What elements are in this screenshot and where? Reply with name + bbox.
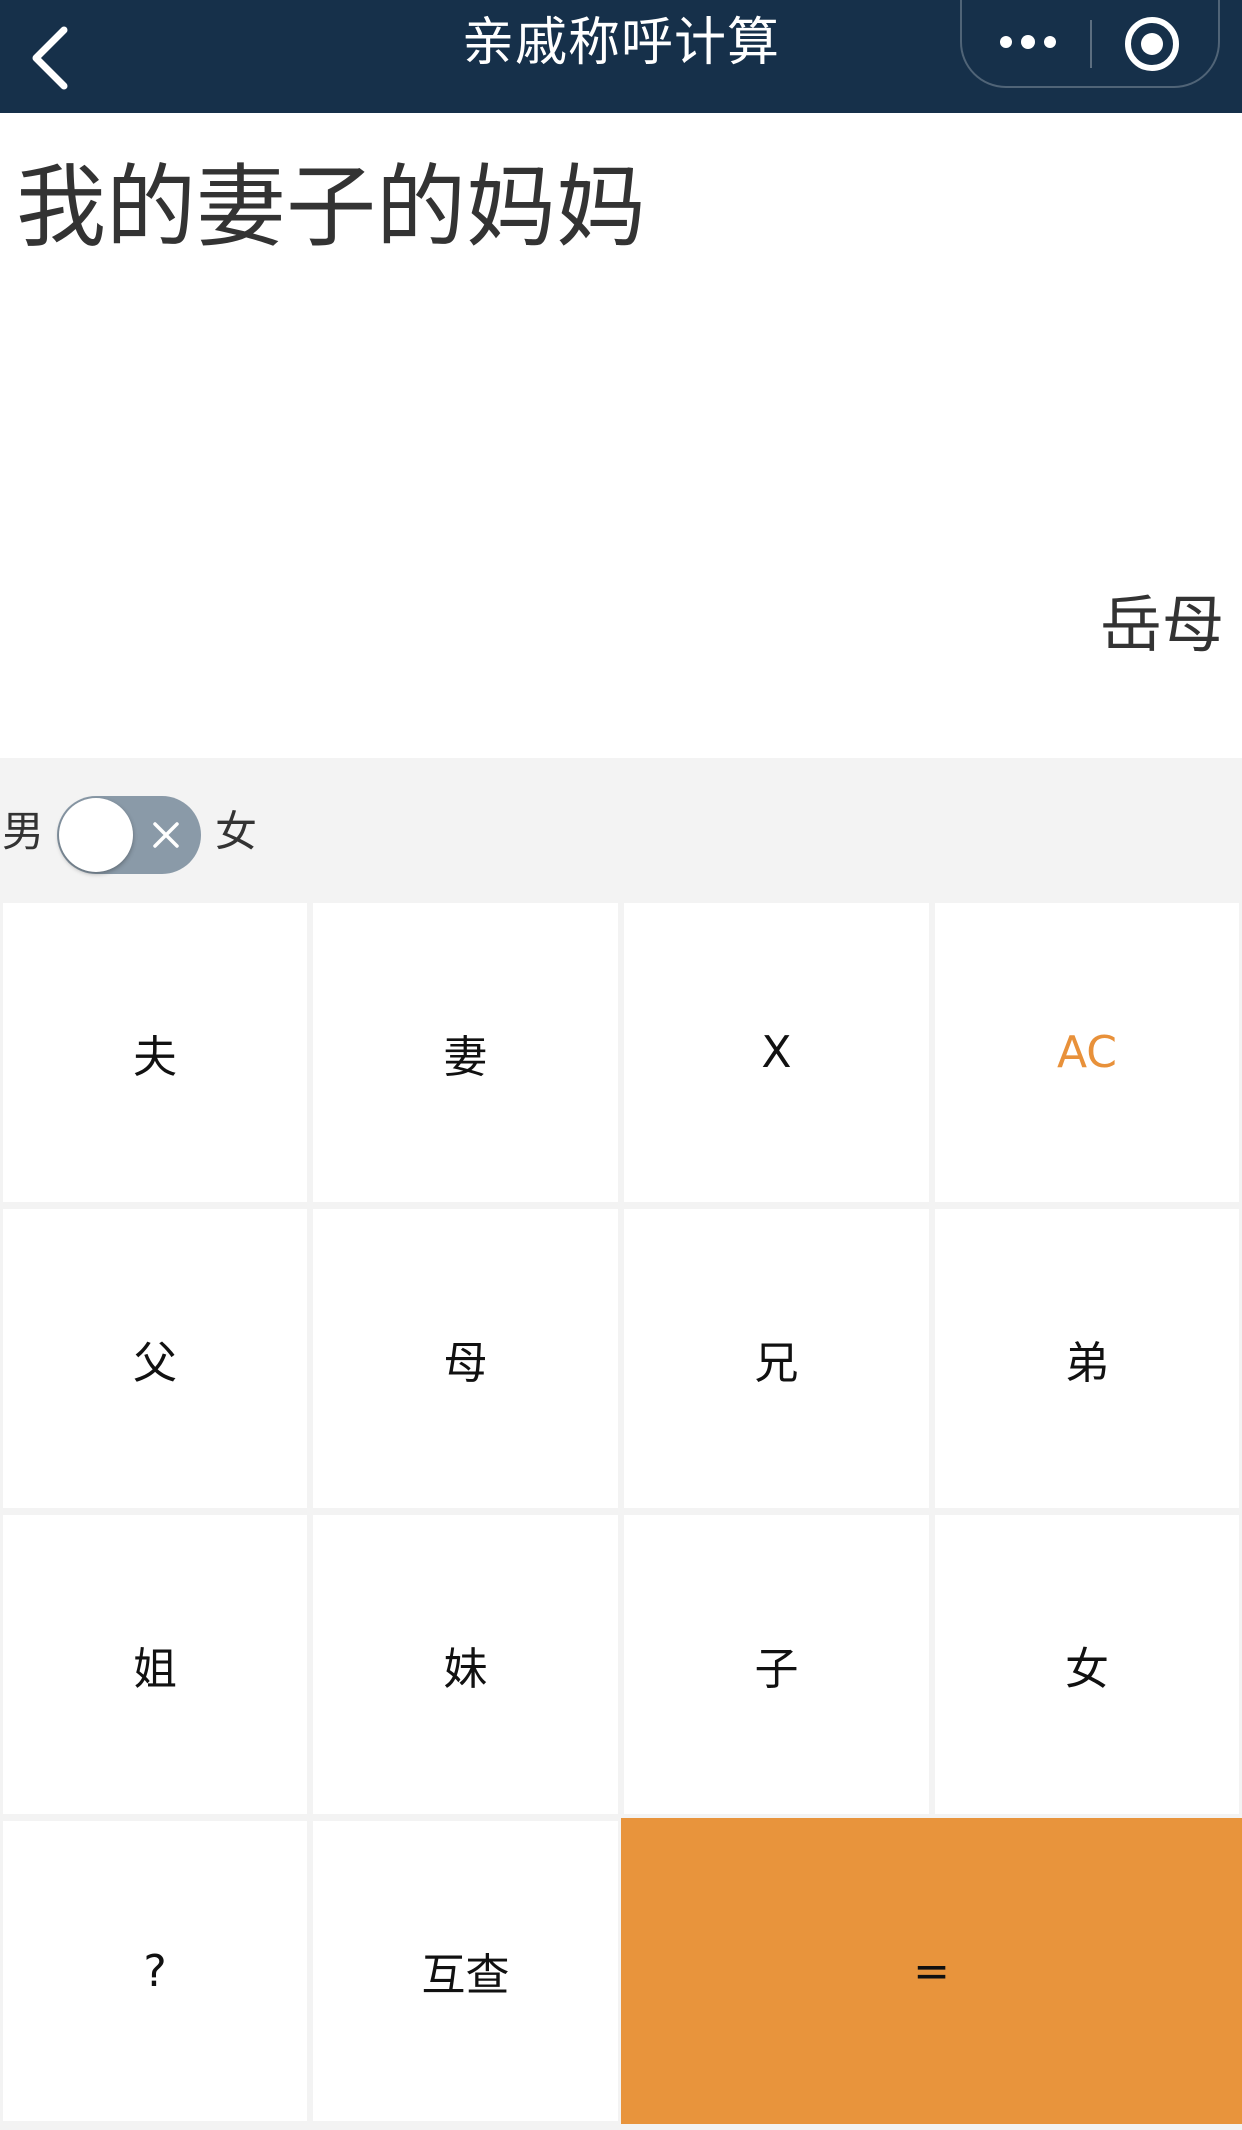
keypad: 夫 妻 X AC 父 母 兄 弟 姐 妹 子 女 ? 互查 = — [0, 903, 1242, 2130]
key-elder-brother[interactable]: 兄 — [624, 1209, 929, 1508]
toggle-knob — [59, 798, 133, 872]
male-label: 男 — [2, 807, 45, 856]
nav-bar: 亲戚称呼计算 — [0, 0, 1242, 113]
gender-toggle[interactable] — [57, 796, 201, 874]
capsule-divider — [1090, 20, 1092, 68]
key-equals[interactable]: = — [621, 1818, 1242, 2124]
gender-row: 男 女 — [0, 758, 1242, 903]
result-text: 岳母 — [1099, 588, 1224, 661]
key-clear-all[interactable]: AC — [935, 903, 1239, 1202]
key-son[interactable]: 子 — [624, 1515, 929, 1814]
key-father[interactable]: 父 — [3, 1209, 307, 1508]
female-label: 女 — [215, 807, 258, 856]
key-daughter[interactable]: 女 — [935, 1515, 1239, 1814]
key-help[interactable]: ? — [3, 1821, 307, 2121]
more-dots-icon[interactable] — [996, 22, 1060, 62]
key-younger-sister[interactable]: 妹 — [313, 1515, 618, 1814]
display-panel: 我的妻子的妈妈 岳母 — [0, 113, 1242, 758]
close-icon — [153, 822, 179, 848]
target-circle-icon[interactable] — [1122, 14, 1182, 74]
key-wife[interactable]: 妻 — [313, 903, 618, 1202]
key-younger-brother[interactable]: 弟 — [935, 1209, 1239, 1508]
key-mother[interactable]: 母 — [313, 1209, 618, 1508]
expression-text: 我的妻子的妈妈 — [16, 155, 646, 260]
key-husband[interactable]: 夫 — [3, 903, 307, 1202]
key-elder-sister[interactable]: 姐 — [3, 1515, 307, 1814]
key-reverse-lookup[interactable]: 互查 — [313, 1821, 618, 2121]
mini-program-capsule — [960, 0, 1220, 88]
key-backspace[interactable]: X — [624, 903, 929, 1202]
